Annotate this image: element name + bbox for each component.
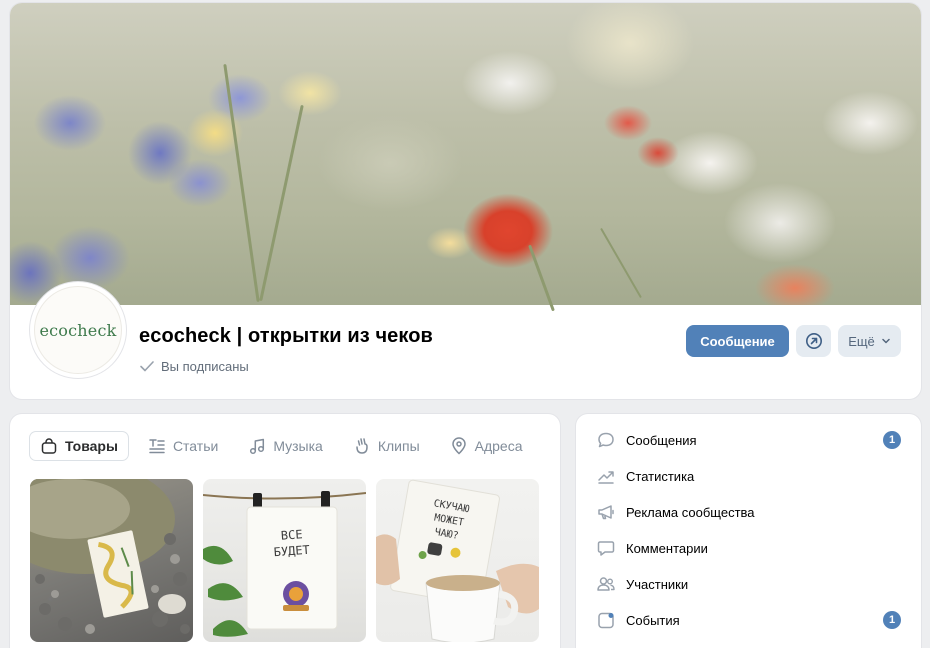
menu-item-comments[interactable]: Комментарии [596,530,901,566]
tab-label: Музыка [273,438,323,454]
tab-label: Статьи [172,438,219,454]
product-image [30,479,190,634]
tab-label: Товары [65,438,118,454]
tab-products[interactable]: Товары [30,432,128,460]
clips-icon [356,438,368,454]
menu-item-statistics[interactable]: Статистика [596,458,901,494]
menu-item-events[interactable]: События 1 [596,602,901,638]
group-avatar[interactable]: ecocheck [30,282,126,378]
music-note-icon [250,438,265,455]
menu-item-label: Комментарии [626,540,708,556]
avatar-logo: ecocheck [34,286,122,374]
users-icon [597,577,615,591]
check-icon [140,361,154,372]
product-card[interactable]: СКУЧАЮ МОЖЕТ ЧАЮ? [376,479,539,642]
menu-item-label: Реклама сообщества [626,504,755,520]
subscription-status[interactable]: Вы подписаны [139,358,249,374]
product-image: ВСЕ БУДЕТ [203,491,366,637]
unread-badge: 1 [883,431,901,449]
menu-item-members[interactable]: Участники [596,566,901,602]
menu-item-label: События [626,612,680,628]
trend-chart-icon [598,471,614,484]
cover-stem [528,244,555,312]
tab-music[interactable]: Музыка [238,432,333,460]
share-button[interactable] [796,325,831,357]
menu-item-label: Статистика [626,468,695,484]
avatar-logo-text: ecocheck [39,320,117,340]
bag-icon [41,438,57,454]
more-button[interactable]: Ещё [838,325,901,357]
menu-item-messages[interactable]: Сообщения 1 [596,422,901,458]
cover-stem [223,63,260,303]
product-image: СКУЧАЮ МОЖЕТ ЧАЮ? [376,479,539,642]
share-arrow-icon [805,333,822,349]
subscription-label: Вы подписаны [161,358,249,374]
unread-badge: 1 [883,611,901,629]
tab-clips[interactable]: Клипы [343,432,430,460]
content-tabs: Товары Статьи Музыка Клипы Адреса [30,432,543,460]
tab-articles[interactable]: Статьи [138,432,228,460]
menu-item-ads[interactable]: Реклама сообщества [596,494,901,530]
tab-label: Клипы [377,438,420,454]
event-icon [598,612,614,629]
chat-bubble-icon [598,432,614,448]
article-icon [149,439,165,454]
management-menu: Сообщения 1 Статистика Реклама сообществ… [576,414,921,648]
megaphone-icon [598,505,614,520]
cover-image [10,3,921,312]
cover-stem [600,227,642,299]
content-card: Товары Статьи Музыка Клипы Адреса ВСЕ БУ… [10,414,560,648]
group-title: ecocheck | открытки из чеков [139,325,433,347]
comment-icon [597,541,615,556]
product-card-text: ВСЕ [280,527,303,542]
product-card[interactable] [30,479,193,642]
message-button[interactable]: Сообщение [686,325,789,357]
group-header-card: ecocheck ecocheck | открытки из чеков Вы… [10,3,921,399]
chevron-down-icon [882,338,890,344]
more-label: Ещё [848,333,875,349]
cover-stem [259,104,304,302]
tab-addresses[interactable]: Адреса [440,432,533,460]
tab-label: Адреса [474,438,523,454]
product-card-text: БУДЕТ [273,543,310,559]
menu-item-label: Участники [626,576,689,592]
location-pin-icon [451,437,466,455]
product-card[interactable]: ВСЕ БУДЕТ [203,479,366,642]
menu-item-label: Сообщения [626,432,697,448]
